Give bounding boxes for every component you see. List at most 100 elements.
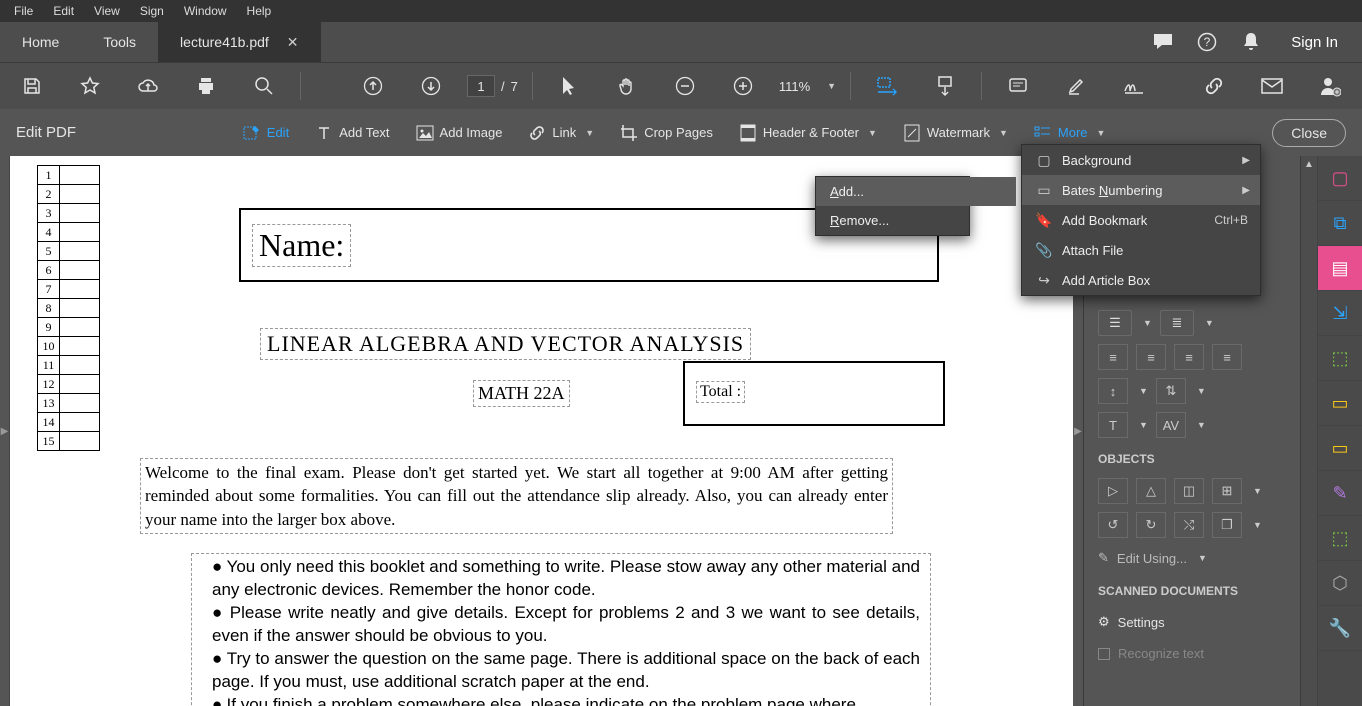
- submenu-add[interactable]: Add...: [816, 177, 1016, 206]
- hscale-icon[interactable]: T: [1098, 412, 1128, 438]
- line-spacing-icon[interactable]: ↕: [1098, 378, 1128, 404]
- total-label[interactable]: Total :: [696, 381, 745, 403]
- edit-button[interactable]: Edit: [235, 118, 297, 148]
- settings-button[interactable]: ⚙Settings: [1084, 606, 1300, 638]
- tool-organize[interactable]: ⬚: [1318, 336, 1362, 381]
- watermark-button[interactable]: Watermark▼: [895, 118, 1016, 148]
- tab-home[interactable]: Home: [0, 22, 81, 62]
- vscrollbar[interactable]: ▲: [1300, 156, 1317, 706]
- align-obj-icon[interactable]: ⊞: [1212, 478, 1242, 504]
- page-current-input[interactable]: [467, 75, 495, 97]
- name-label[interactable]: Name:: [252, 224, 351, 267]
- scroll-up-icon[interactable]: ▲: [1301, 156, 1317, 173]
- link-button[interactable]: Link▼: [520, 118, 602, 148]
- mail-icon[interactable]: [1260, 74, 1284, 98]
- tool-export[interactable]: ⇲: [1318, 291, 1362, 336]
- bullets[interactable]: ● You only need this booklet and somethi…: [191, 553, 931, 706]
- highlight-icon[interactable]: [1064, 74, 1088, 98]
- tool-create[interactable]: ▢: [1318, 156, 1362, 201]
- note-icon[interactable]: [1006, 74, 1030, 98]
- intro-paragraph[interactable]: Welcome to the final exam. Please don't …: [140, 458, 893, 534]
- para-spacing-icon[interactable]: ⇅: [1156, 378, 1186, 404]
- kern-icon[interactable]: AV: [1156, 412, 1186, 438]
- star-icon[interactable]: [78, 74, 102, 98]
- course-title[interactable]: LINEAR ALGEBRA AND VECTOR ANALYSIS: [260, 328, 751, 360]
- tool-optimize[interactable]: ⬚: [1318, 516, 1362, 561]
- menu-bookmark[interactable]: 🔖Add BookmarkCtrl+B: [1022, 205, 1260, 235]
- comment-icon[interactable]: [1151, 30, 1175, 54]
- submenu-remove[interactable]: Remove...: [816, 206, 1016, 235]
- crop-obj-icon[interactable]: ◫: [1174, 478, 1204, 504]
- tool-more[interactable]: 🔧: [1318, 606, 1362, 651]
- add-text-button[interactable]: Add Text: [307, 118, 397, 148]
- bell-icon[interactable]: [1239, 30, 1263, 54]
- menu-article[interactable]: ↪Add Article Box: [1022, 265, 1260, 295]
- fit-height-icon[interactable]: [933, 74, 957, 98]
- edit-using-button[interactable]: ✎Edit Using...▼: [1084, 542, 1300, 574]
- menu-help[interactable]: Help: [237, 2, 282, 20]
- list-bullet-icon[interactable]: ☰: [1098, 310, 1132, 336]
- menu-view[interactable]: View: [84, 2, 130, 20]
- zoom-in-icon[interactable]: [731, 74, 755, 98]
- crop-button[interactable]: Crop Pages: [612, 118, 721, 148]
- list-number-icon[interactable]: ≣: [1160, 310, 1194, 336]
- tab-tools[interactable]: Tools: [81, 22, 158, 62]
- search-icon[interactable]: [252, 74, 276, 98]
- align-right-icon[interactable]: ≡: [1174, 344, 1204, 370]
- tool-edit[interactable]: ▤: [1318, 246, 1362, 291]
- tool-protect[interactable]: ⬡: [1318, 561, 1362, 606]
- tab-document[interactable]: lecture41b.pdf ✕: [158, 22, 320, 62]
- fit-width-icon[interactable]: [875, 74, 899, 98]
- menu-bates[interactable]: ▭Bates Numbering▶: [1022, 175, 1260, 205]
- page-down-icon[interactable]: [419, 74, 443, 98]
- page-up-icon[interactable]: [361, 74, 385, 98]
- replace-icon[interactable]: ⤭: [1174, 512, 1204, 538]
- add-image-button[interactable]: Add Image: [408, 118, 511, 148]
- course-code[interactable]: MATH 22A: [473, 380, 570, 407]
- menu-window[interactable]: Window: [174, 2, 237, 20]
- cloud-icon[interactable]: [136, 74, 160, 98]
- tool-comment2[interactable]: ▭: [1318, 381, 1362, 426]
- flip-v-icon[interactable]: △: [1136, 478, 1166, 504]
- header-label: Header & Footer: [763, 125, 859, 140]
- score-cell: [60, 242, 100, 261]
- flip-h-icon[interactable]: ▷: [1098, 478, 1128, 504]
- tool-sign[interactable]: ✎: [1318, 471, 1362, 516]
- more-button[interactable]: More▼: [1026, 118, 1114, 148]
- document-view[interactable]: 123456789101112131415 Name: LINEAR ALGEB…: [10, 156, 1073, 706]
- rotate-ccw-icon[interactable]: ↺: [1098, 512, 1128, 538]
- zoom-out-icon[interactable]: [673, 74, 697, 98]
- print-icon[interactable]: [194, 74, 218, 98]
- pointer-icon[interactable]: [557, 74, 581, 98]
- header-button[interactable]: Header & Footer ▼: [731, 118, 885, 148]
- menu-attach[interactable]: 📎Attach File: [1022, 235, 1260, 265]
- zoom-caret-icon[interactable]: ▼: [827, 81, 836, 91]
- share-user-icon[interactable]: [1318, 74, 1342, 98]
- tool-note[interactable]: ▭: [1318, 426, 1362, 471]
- hand-icon[interactable]: [615, 74, 639, 98]
- tool-combine[interactable]: ⧉: [1318, 201, 1362, 246]
- left-expand-icon[interactable]: ▶: [0, 156, 10, 706]
- attach-icon: 📎: [1036, 242, 1052, 258]
- link-share-icon[interactable]: [1202, 74, 1226, 98]
- arrange-icon[interactable]: ❐: [1212, 512, 1242, 538]
- align-justify-icon[interactable]: ≡: [1212, 344, 1242, 370]
- signature-icon[interactable]: [1122, 74, 1146, 98]
- close-tab-icon[interactable]: ✕: [287, 34, 299, 51]
- page-sep: /: [501, 79, 505, 94]
- menu-background[interactable]: ▢Background▶: [1022, 145, 1260, 175]
- save-icon[interactable]: [20, 74, 44, 98]
- align-center-icon[interactable]: ≡: [1136, 344, 1166, 370]
- row-number: 11: [38, 356, 60, 375]
- help-icon[interactable]: ?: [1195, 30, 1219, 54]
- signin-button[interactable]: Sign In: [1273, 34, 1362, 51]
- close-button[interactable]: Close: [1272, 119, 1346, 147]
- recognize-checkbox[interactable]: Recognize text: [1084, 638, 1300, 669]
- menu-sign[interactable]: Sign: [130, 2, 174, 20]
- rotate-cw-icon[interactable]: ↻: [1136, 512, 1166, 538]
- menu-edit[interactable]: Edit: [43, 2, 84, 20]
- align-left-icon[interactable]: ≡: [1098, 344, 1128, 370]
- menu-file[interactable]: File: [4, 2, 43, 20]
- zoom-value[interactable]: 111%: [779, 79, 810, 94]
- chevron-down-icon: ▼: [868, 128, 877, 138]
